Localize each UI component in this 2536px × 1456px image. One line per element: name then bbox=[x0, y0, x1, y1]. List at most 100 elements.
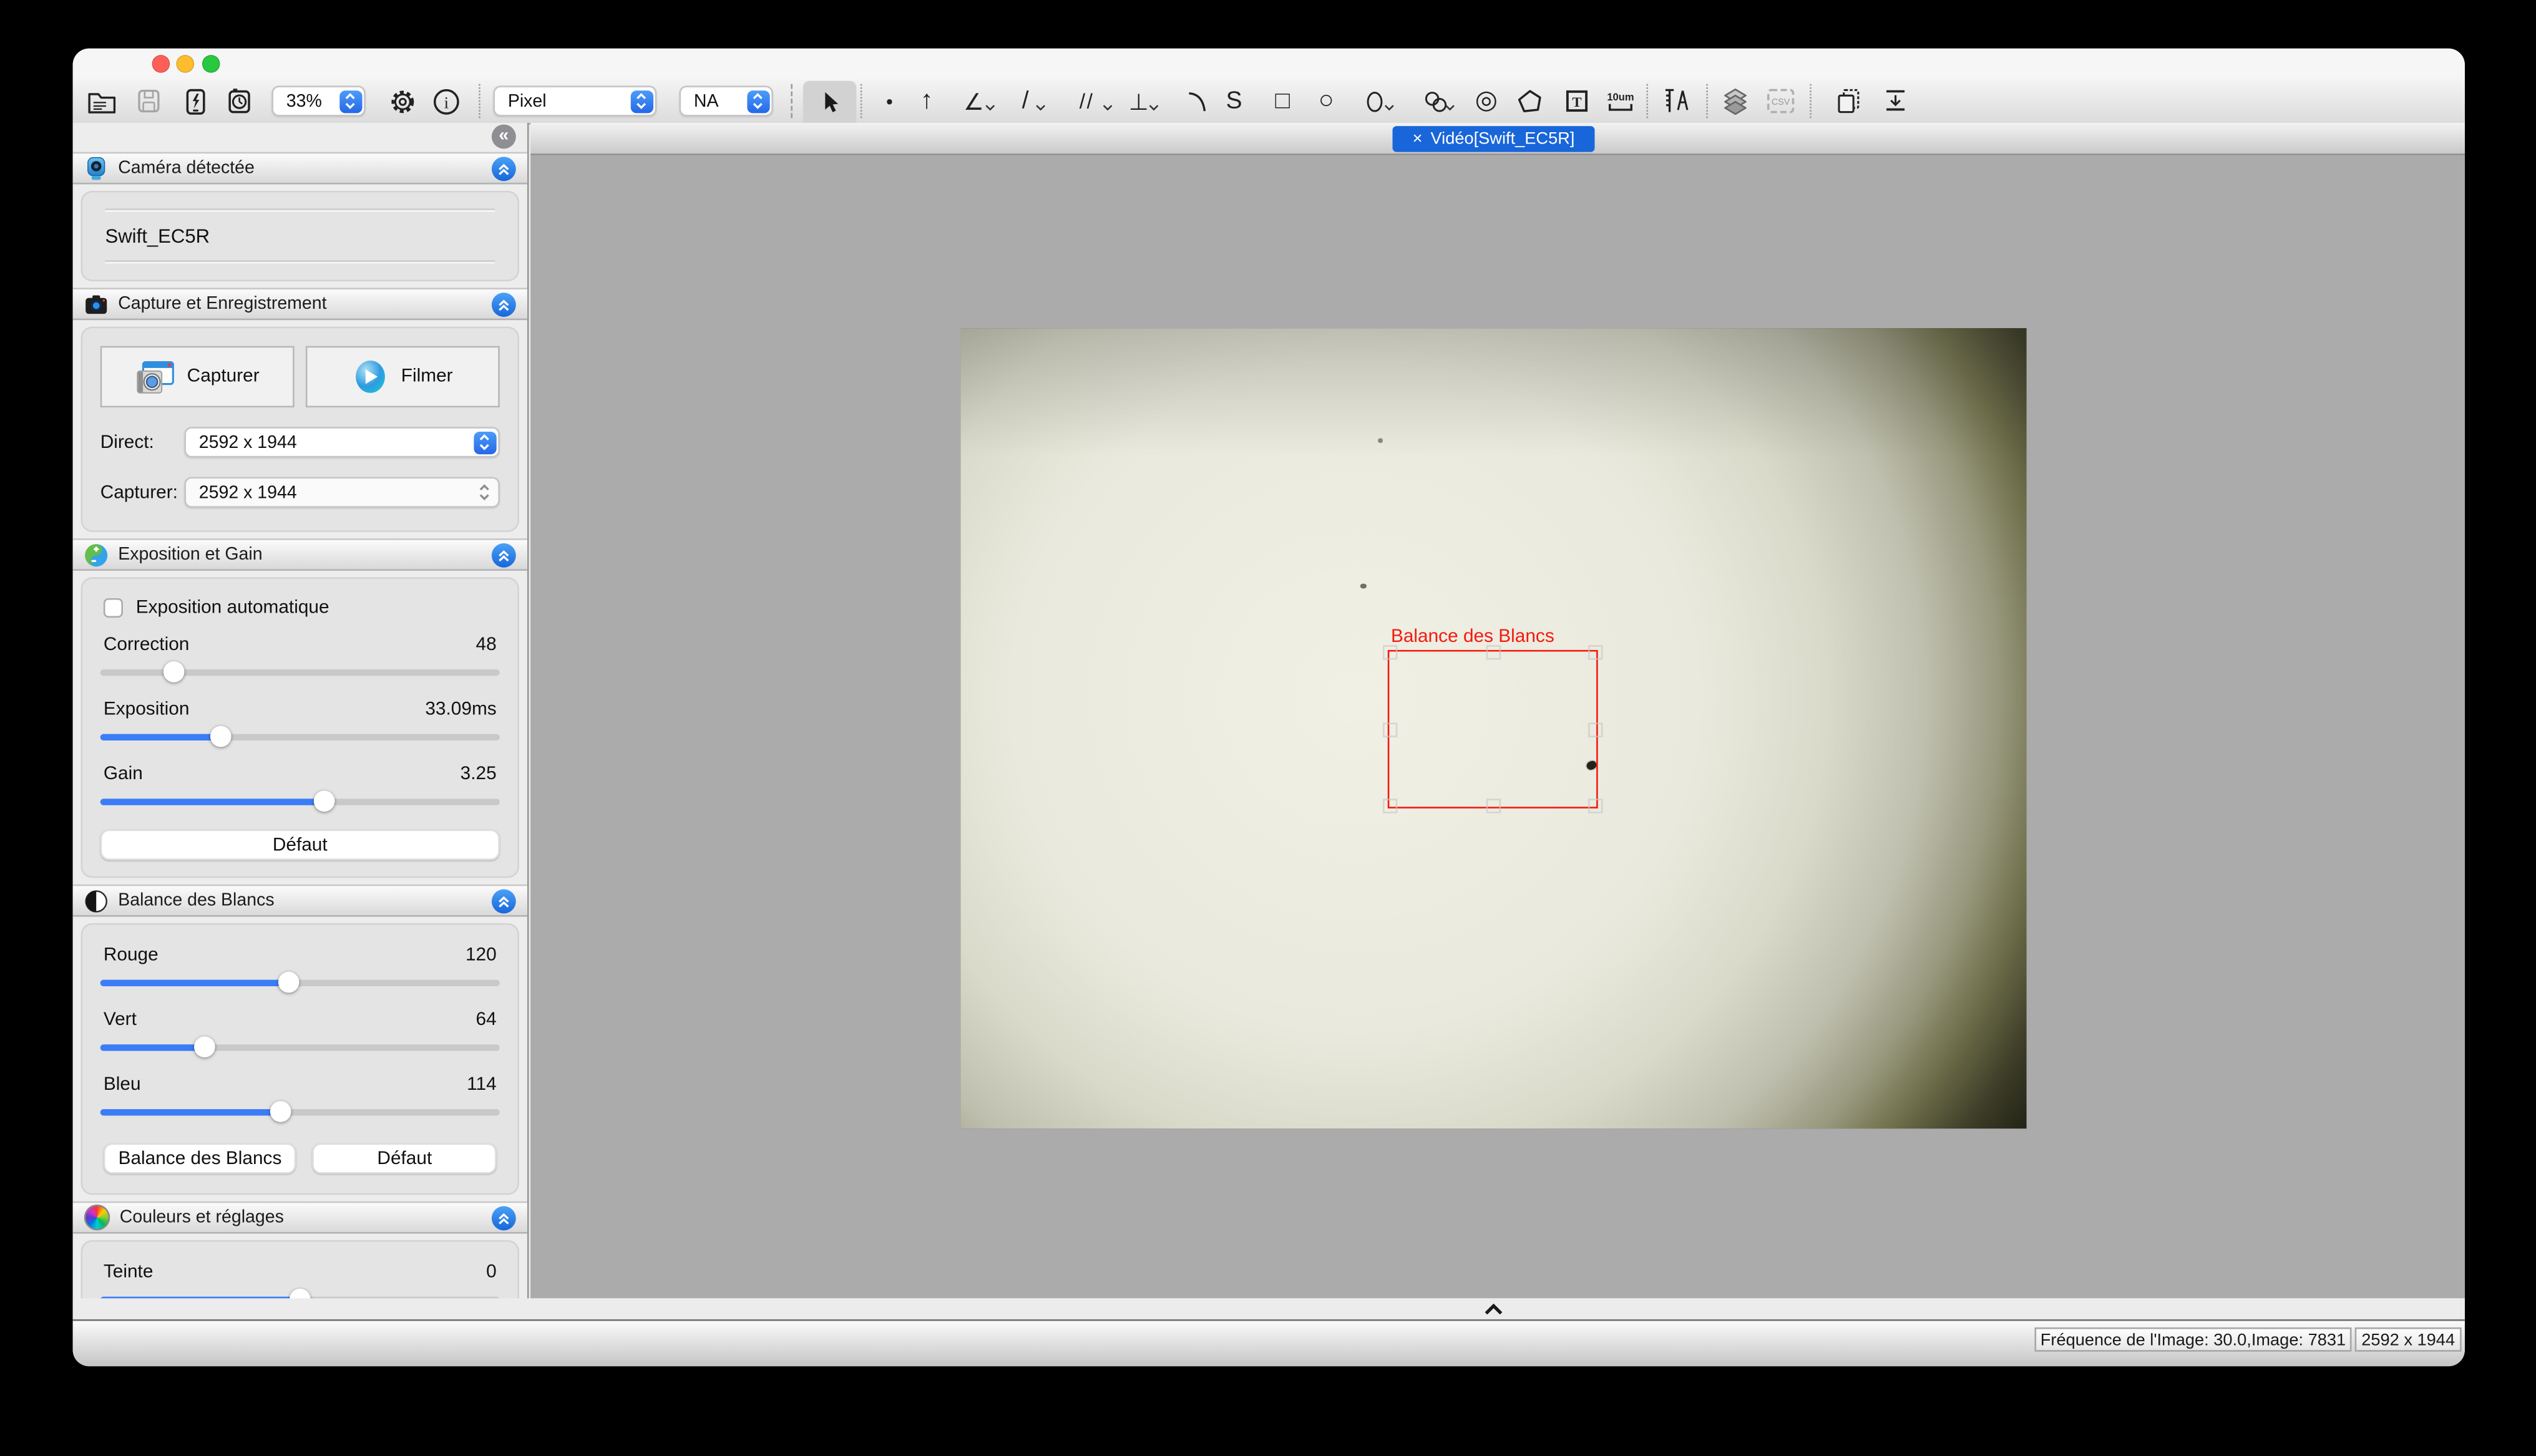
capture-resolution-value: 2592 x 1944 bbox=[199, 483, 297, 502]
camera-timer-icon[interactable] bbox=[226, 79, 253, 123]
roi-handle[interactable] bbox=[1588, 645, 1602, 659]
capture-resolution-select[interactable]: 2592 x 1944 bbox=[184, 477, 499, 508]
bottom-panel-toggle-bar[interactable] bbox=[73, 1298, 2465, 1321]
slider-thumb[interactable] bbox=[193, 1036, 215, 1057]
correction-slider[interactable] bbox=[100, 661, 500, 682]
scale-bar-tool[interactable]: 10um bbox=[1606, 79, 1636, 123]
point-tool[interactable]: • bbox=[886, 79, 893, 123]
red-slider[interactable] bbox=[100, 972, 500, 993]
blue-slider[interactable] bbox=[100, 1101, 500, 1122]
tab-bar: × Vidéo[Swift_EC5R] bbox=[530, 123, 2465, 155]
capture-card: Capturer Filmer Direct: 2592 x 1944 Capt… bbox=[81, 327, 519, 532]
slider-thumb[interactable] bbox=[163, 661, 185, 682]
slider-thumb[interactable] bbox=[313, 790, 334, 812]
open-file-icon[interactable] bbox=[87, 79, 117, 123]
arc-tool[interactable] bbox=[1186, 79, 1208, 123]
roi-handle[interactable] bbox=[1383, 645, 1397, 659]
collapse-panel-icon[interactable] bbox=[492, 1205, 516, 1230]
roi-handle[interactable] bbox=[1486, 798, 1501, 813]
collapse-panel-icon[interactable] bbox=[492, 156, 516, 180]
app-window: 33% i Pixel NA • bbox=[73, 49, 2465, 1366]
control-sidebar: « Caméra détectée Swift_EC5R Capture et … bbox=[73, 123, 529, 1321]
live-video-frame[interactable]: Balance des Blancs bbox=[961, 328, 2027, 1128]
rectangle-tool[interactable]: □ bbox=[1275, 79, 1290, 123]
minimize-window-button[interactable] bbox=[177, 55, 195, 73]
title-bar[interactable] bbox=[73, 49, 2465, 79]
panel-header-exposure[interactable]: Exposition et Gain bbox=[73, 538, 527, 571]
capture-button[interactable]: Capturer bbox=[100, 346, 295, 407]
green-slider[interactable] bbox=[100, 1036, 500, 1057]
collapse-bottom-icon[interactable] bbox=[1483, 1303, 1505, 1316]
roi-handle[interactable] bbox=[1588, 798, 1602, 813]
panel-header-white-balance[interactable]: Balance des Blancs bbox=[73, 885, 527, 917]
stepper-icon[interactable] bbox=[339, 90, 361, 114]
red-label: Rouge bbox=[104, 946, 158, 965]
copy-icon[interactable] bbox=[1835, 79, 1862, 123]
ellipse-tool[interactable] bbox=[1364, 79, 1385, 123]
slider-thumb[interactable] bbox=[210, 726, 231, 747]
roi-handle[interactable] bbox=[1486, 645, 1501, 659]
measurements-icon[interactable] bbox=[1662, 79, 1692, 123]
na-value: NA bbox=[694, 91, 719, 110]
exposure-slider[interactable] bbox=[100, 726, 500, 747]
stepper-icon[interactable] bbox=[473, 431, 495, 455]
camera-icon bbox=[84, 292, 109, 316]
dust-speck bbox=[1378, 438, 1383, 442]
tab-video[interactable]: × Vidéo[Swift_EC5R] bbox=[1393, 125, 1595, 151]
exposure-card: Exposition automatique Correction 48 Exp… bbox=[81, 577, 519, 878]
live-resolution-select[interactable]: 2592 x 1944 bbox=[184, 427, 499, 457]
export-icon[interactable] bbox=[1883, 79, 1908, 123]
polygon-tool[interactable] bbox=[1517, 79, 1543, 123]
webcam-icon bbox=[84, 156, 109, 180]
info-icon[interactable]: i bbox=[432, 79, 461, 123]
angle-tool[interactable]: ∠ bbox=[963, 79, 984, 123]
line-tool[interactable]: / bbox=[1022, 79, 1029, 123]
collapse-panel-icon[interactable] bbox=[492, 543, 516, 567]
arrow-tool[interactable]: ↑ bbox=[920, 79, 934, 123]
panel-header-colors[interactable]: Couleurs et réglages bbox=[73, 1201, 527, 1234]
record-button[interactable]: Filmer bbox=[306, 346, 500, 407]
settings-gear-icon[interactable] bbox=[388, 79, 417, 123]
na-select[interactable]: NA bbox=[680, 85, 773, 116]
stepper-icon[interactable] bbox=[473, 481, 495, 505]
roi-handle[interactable] bbox=[1383, 798, 1397, 813]
panel-header-camera[interactable]: Caméra détectée bbox=[73, 152, 527, 185]
stepper-icon[interactable] bbox=[630, 90, 653, 114]
roi-handle[interactable] bbox=[1588, 723, 1602, 737]
two-circles-tool[interactable] bbox=[1423, 79, 1449, 123]
concentric-circles-tool[interactable]: ◎ bbox=[1475, 79, 1498, 123]
tab-close-icon[interactable]: × bbox=[1413, 129, 1423, 148]
roi-handle[interactable] bbox=[1383, 723, 1397, 737]
stepper-icon[interactable] bbox=[746, 90, 769, 114]
auto-exposure-label: Exposition automatique bbox=[136, 598, 329, 618]
cursor-tool[interactable] bbox=[817, 79, 842, 123]
white-balance-default-button[interactable]: Défaut bbox=[313, 1143, 497, 1173]
slider-thumb[interactable] bbox=[270, 1101, 291, 1122]
parallel-lines-tool[interactable]: // bbox=[1080, 79, 1095, 123]
circle-tool[interactable]: ○ bbox=[1319, 79, 1334, 123]
camera-flash-icon[interactable] bbox=[182, 79, 210, 123]
camera-device-name[interactable]: Swift_EC5R bbox=[92, 212, 508, 261]
gain-slider[interactable] bbox=[100, 790, 500, 812]
auto-exposure-checkbox[interactable] bbox=[104, 598, 123, 618]
exposure-default-button[interactable]: Défaut bbox=[100, 830, 500, 860]
close-window-button[interactable] bbox=[151, 55, 169, 73]
text-tool[interactable]: T bbox=[1565, 79, 1589, 123]
video-canvas[interactable]: Balance des Blancs bbox=[530, 155, 2465, 1299]
correction-value: 48 bbox=[476, 636, 497, 655]
perpendicular-tool[interactable]: ⊥ bbox=[1129, 79, 1149, 123]
red-value: 120 bbox=[466, 946, 497, 965]
panel-header-capture[interactable]: Capture et Enregistrement bbox=[73, 288, 527, 320]
slider-thumb[interactable] bbox=[278, 972, 299, 993]
zoom-window-button[interactable] bbox=[202, 55, 220, 73]
zoom-select[interactable]: 33% bbox=[271, 85, 365, 116]
collapse-panel-icon[interactable] bbox=[492, 888, 516, 913]
layers-icon[interactable] bbox=[1722, 79, 1749, 123]
camera-list: Swift_EC5R bbox=[81, 191, 519, 281]
white-balance-roi-box[interactable] bbox=[1388, 650, 1598, 808]
curve-tool[interactable]: S bbox=[1226, 79, 1242, 123]
unit-select[interactable]: Pixel bbox=[493, 85, 656, 116]
collapse-sidebar-icon[interactable]: « bbox=[492, 125, 516, 149]
collapse-panel-icon[interactable] bbox=[492, 292, 516, 316]
white-balance-button[interactable]: Balance des Blancs bbox=[104, 1143, 296, 1173]
